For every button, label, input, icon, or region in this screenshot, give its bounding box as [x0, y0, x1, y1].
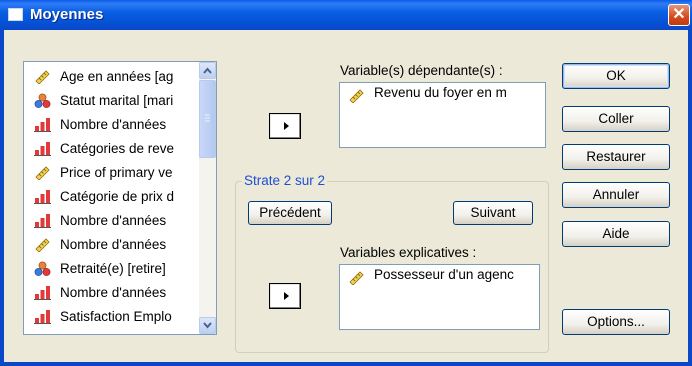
ruler-icon	[35, 238, 50, 252]
window-frame-right	[688, 30, 692, 366]
source-variable-item[interactable]: Nombre d'années	[26, 282, 198, 303]
cancel-button[interactable]: Annuler	[562, 182, 670, 208]
ordinal-icon	[34, 286, 51, 300]
source-variable-label: Satisfaction Emplo	[60, 309, 172, 324]
independent-variable-list[interactable]: Possesseur d'un agenc	[339, 264, 540, 330]
scroll-down-button[interactable]	[199, 317, 216, 334]
source-variable-label: Catégorie de prix d	[60, 189, 175, 204]
scroll-up-button[interactable]	[199, 62, 216, 79]
ok-button[interactable]: OK	[562, 63, 670, 89]
source-variable-list[interactable]: Age en années [ag Statut marital [mari Nom…	[23, 61, 217, 335]
close-button[interactable]: ✕	[668, 4, 690, 26]
previous-layer-button[interactable]: Précédent	[248, 201, 332, 225]
ordinal-icon	[34, 142, 51, 156]
source-variable-item[interactable]: Satisfaction Emplo	[26, 306, 198, 327]
source-variable-item[interactable]: Nombre d'années	[26, 234, 198, 255]
source-variable-label: Retraité(e) [retire]	[60, 261, 166, 276]
reset-button[interactable]: Restaurer	[562, 144, 670, 170]
window-frame-bottom	[0, 362, 692, 366]
ruler-icon	[349, 271, 364, 285]
ruler-icon	[349, 89, 364, 103]
source-variable-label: Age en années [ag	[60, 69, 174, 84]
move-to-dependent-button[interactable]	[269, 113, 301, 139]
dependent-variable-item[interactable]: Revenu du foyer en m	[374, 85, 507, 100]
source-variable-label: Statut marital [mari	[60, 93, 174, 108]
window-icon	[8, 8, 23, 21]
options-button[interactable]: Options...	[562, 309, 670, 335]
ruler-icon	[35, 70, 50, 84]
window-title: Moyennes	[30, 6, 104, 23]
source-variable-item[interactable]: Catégories de reve	[26, 138, 198, 159]
arrow-right-icon	[284, 122, 289, 130]
window-frame-left	[0, 30, 4, 366]
independent-variable-item[interactable]: Possesseur d'un agenc	[374, 267, 514, 282]
layer-group-title: Strate 2 sur 2	[242, 173, 328, 188]
source-variable-label: Catégories de reve	[60, 141, 175, 156]
ruler-icon	[35, 166, 50, 180]
source-variable-item[interactable]: Statut marital [mari	[26, 90, 198, 111]
variable-list-scrollbar[interactable]	[199, 62, 216, 334]
source-variable-item[interactable]: Price of primary ve	[26, 162, 198, 183]
nominal-icon	[34, 261, 51, 276]
help-button[interactable]: Aide	[562, 221, 670, 247]
next-layer-button[interactable]: Suivant	[453, 201, 533, 225]
ordinal-icon	[34, 118, 51, 132]
title-bar[interactable]: Moyennes ✕	[0, 0, 692, 30]
source-variable-label: Nombre d'années	[60, 285, 167, 300]
ordinal-icon	[34, 190, 51, 204]
source-variable-label: Nombre d'années	[60, 213, 167, 228]
dependent-variable-list[interactable]: Revenu du foyer en m	[339, 82, 546, 148]
chevron-down-icon	[203, 322, 212, 329]
paste-button[interactable]: Coller	[562, 106, 670, 132]
arrow-right-icon	[284, 292, 289, 300]
source-variable-item[interactable]: Retraité(e) [retire]	[26, 258, 198, 279]
ordinal-icon	[34, 310, 51, 324]
source-variable-item[interactable]: Nombre d'années	[26, 210, 198, 231]
source-variable-label: Price of primary ve	[60, 165, 173, 180]
nominal-icon	[34, 93, 51, 108]
source-variable-item[interactable]: Catégorie de prix d	[26, 186, 198, 207]
moyennes-dialog: Moyennes ✕ Age en années [ag Statut marit…	[0, 0, 692, 366]
scroll-thumb[interactable]	[199, 80, 216, 158]
source-variable-item[interactable]: Nombre d'années	[26, 114, 198, 135]
ordinal-icon	[34, 214, 51, 228]
source-variable-label: Nombre d'années	[60, 117, 167, 132]
dependent-list-label: Variable(s) dépendante(s) :	[340, 63, 503, 78]
source-variable-item[interactable]: Age en années [ag	[26, 66, 198, 87]
chevron-up-icon	[203, 67, 212, 74]
independent-list-label: Variables explicatives :	[340, 245, 477, 260]
move-to-independent-button[interactable]	[269, 283, 301, 309]
source-variable-label: Nombre d'années	[60, 237, 167, 252]
